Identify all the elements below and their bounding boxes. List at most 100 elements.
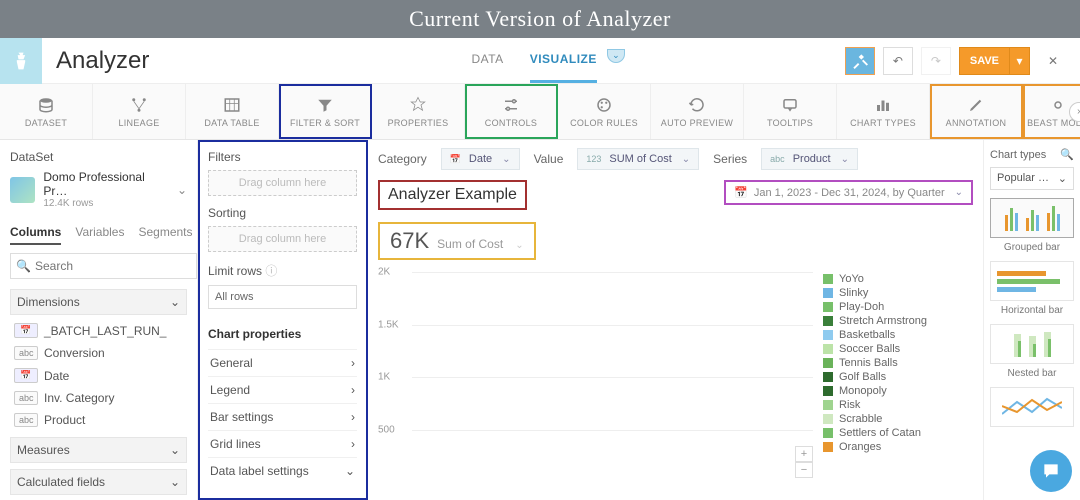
toolbar-annotation[interactable]: ANNOTATION xyxy=(930,84,1023,139)
toolbar-lineage[interactable]: LINEAGE xyxy=(93,84,186,139)
category-picker[interactable]: 📅Date⌄ xyxy=(441,148,520,170)
dataset-icon xyxy=(10,177,35,203)
legend-label: Play-Doh xyxy=(839,301,884,313)
legend-swatch xyxy=(823,330,833,340)
tab-visualize[interactable]: VISUALIZE xyxy=(530,38,597,83)
toolbar-datatable[interactable]: DATA TABLE xyxy=(186,84,279,139)
tab-data[interactable]: DATA xyxy=(471,38,503,83)
legend-item[interactable]: Soccer Balls xyxy=(823,342,973,356)
chevron-down-icon[interactable]: ⌄ xyxy=(177,183,187,197)
search-icon[interactable]: 🔍 xyxy=(1060,148,1074,161)
legend-item[interactable]: Risk xyxy=(823,398,973,412)
toolbar-charttypes[interactable]: CHART TYPES xyxy=(837,84,930,139)
legend-item[interactable]: Stretch Armstrong xyxy=(823,314,973,328)
toolbar-tooltips[interactable]: TOOLTIPS xyxy=(744,84,837,139)
field-item[interactable]: 📅Date xyxy=(10,364,187,387)
toolbar-colorrules[interactable]: COLOR RULES xyxy=(558,84,651,139)
bar-chart: 5001K1.5K2K YoYoSlinkyPlay-DohStretch Ar… xyxy=(378,272,973,482)
cp-datalabel[interactable]: Data label settings⌄ xyxy=(208,457,357,484)
sorting-dropzone[interactable]: Drag column here xyxy=(208,226,357,252)
legend-item[interactable]: Tennis Balls xyxy=(823,356,973,370)
subtab-variables[interactable]: Variables xyxy=(75,225,124,245)
cp-barsettings[interactable]: Bar settings› xyxy=(208,403,357,430)
legend-item[interactable]: Scrabble xyxy=(823,412,973,426)
legend-label: Basketballs xyxy=(839,329,895,341)
toolbar-filtersort[interactable]: FILTER & SORT xyxy=(279,84,372,139)
category-label: Category xyxy=(378,152,427,166)
group-measures[interactable]: Measures⌄ xyxy=(10,437,187,463)
toolbar-dataset[interactable]: DATASET xyxy=(0,84,93,139)
thumb-grouped-bar[interactable] xyxy=(990,198,1074,238)
close-button[interactable]: ✕ xyxy=(1038,47,1068,75)
cp-general[interactable]: General› xyxy=(208,349,357,376)
chart-types-filter[interactable]: Popular …⌄ xyxy=(990,167,1074,190)
series-picker[interactable]: abcProduct⌄ xyxy=(761,148,858,170)
toolbar-beastmode[interactable]: BEAST MODE › xyxy=(1023,84,1080,139)
zoom-in-button[interactable]: + xyxy=(795,446,813,462)
y-tick-label: 1.5K xyxy=(378,319,399,330)
chart-title[interactable]: Analyzer Example xyxy=(378,180,527,210)
calendar-icon: 📅 xyxy=(14,323,38,338)
undo-button[interactable]: ↶ xyxy=(883,47,913,75)
series-label: Series xyxy=(713,152,747,166)
chart-properties-header: Chart properties xyxy=(208,327,357,341)
filters-dropzone[interactable]: Drag column here xyxy=(208,170,357,196)
value-picker[interactable]: 123SUM of Cost⌄ xyxy=(577,148,699,170)
legend-item[interactable]: Settlers of Catan xyxy=(823,426,973,440)
legend-item[interactable]: Golf Balls xyxy=(823,370,973,384)
group-calculated[interactable]: Calculated fields⌄ xyxy=(10,469,187,495)
legend-item[interactable]: YoYo xyxy=(823,272,973,286)
group-dimensions[interactable]: Dimensions⌄ xyxy=(10,289,187,315)
limit-label: Limit rows ⓘ xyxy=(208,262,357,279)
toolbar-properties[interactable]: PROPERTIES xyxy=(372,84,465,139)
date-range-picker[interactable]: 📅Jan 1, 2023 - Dec 31, 2024, by Quarter⌄ xyxy=(724,180,973,205)
save-dropdown[interactable]: ▾ xyxy=(1010,47,1030,75)
toolbar: DATASET LINEAGE DATA TABLE FILTER & SORT… xyxy=(0,84,1080,140)
thumb-horizontal-bar[interactable] xyxy=(990,261,1074,301)
cp-gridlines[interactable]: Grid lines› xyxy=(208,430,357,457)
field-item[interactable]: abcInv. Category xyxy=(10,387,187,409)
legend-swatch xyxy=(823,358,833,368)
field-item[interactable]: 📅_BATCH_LAST_RUN_ xyxy=(10,319,187,342)
sorting-label: Sorting xyxy=(208,206,357,220)
y-tick-label: 500 xyxy=(378,424,395,435)
legend-swatch xyxy=(823,414,833,424)
search-input[interactable] xyxy=(10,253,197,279)
thumb-line[interactable] xyxy=(990,387,1074,427)
thumb-nested-bar[interactable] xyxy=(990,324,1074,364)
subtab-segments[interactable]: Segments xyxy=(138,225,192,245)
field-item[interactable]: abcProduct xyxy=(10,409,187,431)
info-icon[interactable]: ⓘ xyxy=(265,264,277,278)
zoom-out-button[interactable]: − xyxy=(795,462,813,478)
legend-swatch xyxy=(823,428,833,438)
legend-label: Soccer Balls xyxy=(839,343,900,355)
toolbar-autopreview[interactable]: AUTO PREVIEW xyxy=(651,84,744,139)
legend-label: Tennis Balls xyxy=(839,357,898,369)
chevron-down-icon[interactable]: ⌄ xyxy=(607,49,625,63)
legend-swatch xyxy=(823,386,833,396)
toolbar-controls[interactable]: CONTROLS xyxy=(465,84,558,139)
tools-button[interactable] xyxy=(845,47,875,75)
help-chat-button[interactable] xyxy=(1030,450,1072,492)
thumb-label: Grouped bar xyxy=(990,242,1074,253)
legend-item[interactable]: Monopoly xyxy=(823,384,973,398)
legend-item[interactable]: Basketballs xyxy=(823,328,973,342)
save-button[interactable]: SAVE xyxy=(959,47,1010,75)
chevron-down-icon: ⌄ xyxy=(170,295,180,309)
legend-swatch xyxy=(823,400,833,410)
legend-item[interactable]: Slinky xyxy=(823,286,973,300)
dataset-rows: 12.4K rows xyxy=(43,198,169,209)
y-tick-label: 1K xyxy=(378,372,390,383)
y-tick-label: 2K xyxy=(378,267,390,278)
limit-rows-input[interactable] xyxy=(208,285,357,309)
legend-item[interactable]: Oranges xyxy=(823,440,973,454)
legend-label: Monopoly xyxy=(839,385,887,397)
cp-legend[interactable]: Legend› xyxy=(208,376,357,403)
dataset-picker[interactable]: Domo Professional Pr… 12.4K rows ⌄ xyxy=(10,170,187,209)
legend-item[interactable]: Play-Doh xyxy=(823,300,973,314)
redo-button[interactable]: ↷ xyxy=(921,47,951,75)
field-item[interactable]: abcConversion xyxy=(10,342,187,364)
subtab-columns[interactable]: Columns xyxy=(10,225,61,245)
legend-swatch xyxy=(823,302,833,312)
text-icon: abc xyxy=(14,346,38,360)
